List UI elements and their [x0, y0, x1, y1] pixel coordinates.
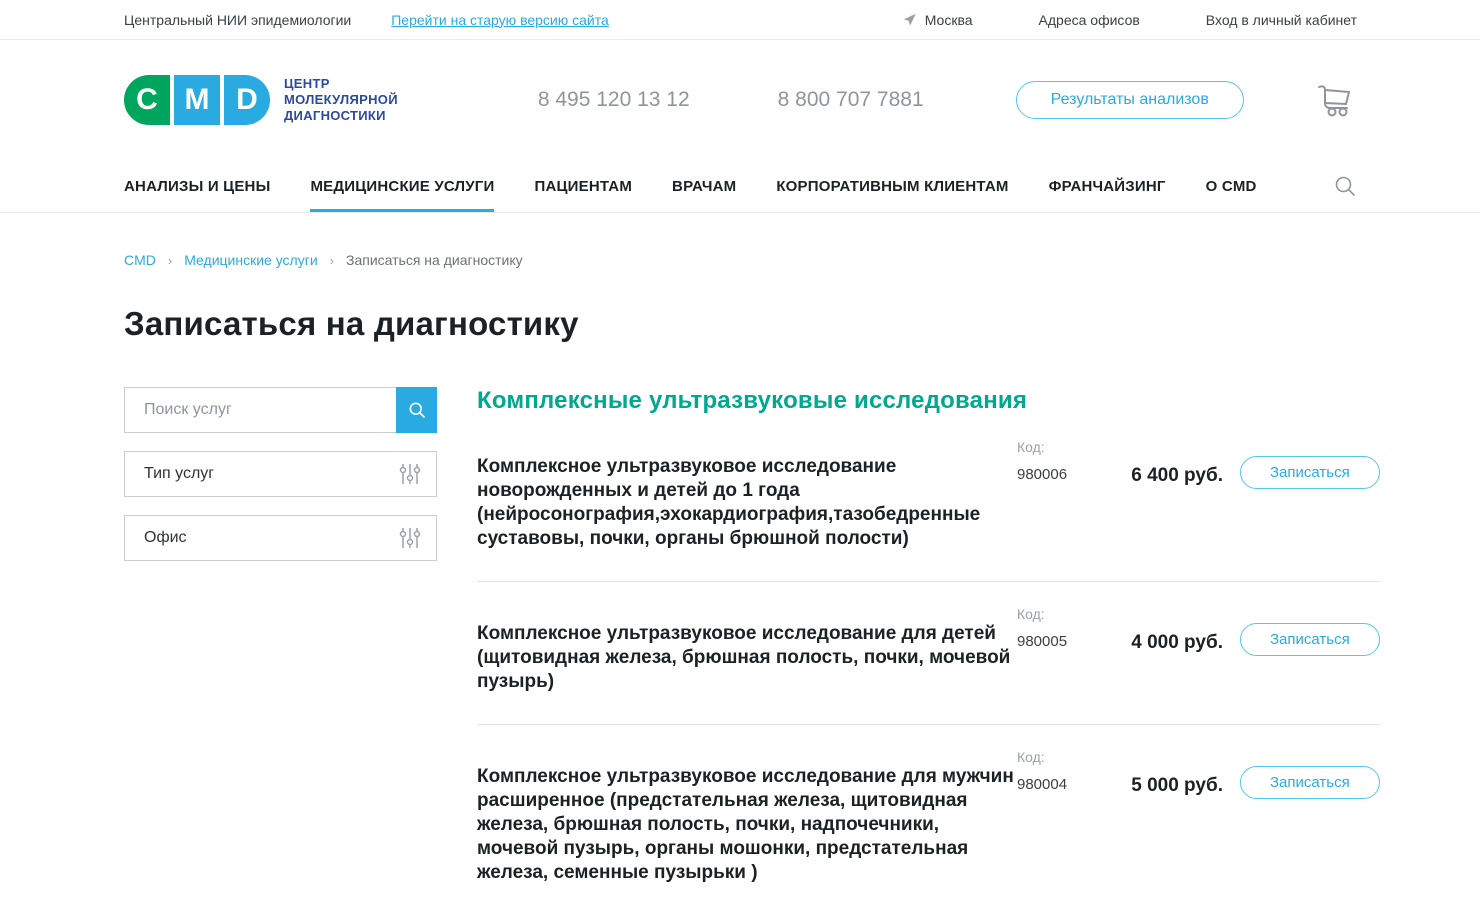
service-code-label: Код:: [1017, 606, 1095, 622]
book-button[interactable]: Записаться: [1240, 766, 1380, 799]
service-search-box: [124, 387, 437, 433]
logo-tile-m: M: [174, 75, 220, 125]
offices-link[interactable]: Адреса офисов: [1039, 12, 1140, 28]
service-code-label: Код:: [1017, 749, 1095, 765]
logo-subtitle: ЦЕНТР МОЛЕКУЛЯРНОЙ ДИАГНОСТИКИ: [284, 76, 398, 124]
nav-item-doctors[interactable]: ВРАЧАМ: [672, 160, 736, 212]
nav-search-button[interactable]: [1333, 174, 1357, 198]
main-nav: АНАЛИЗЫ И ЦЕНЫ МЕДИЦИНСКИЕ УСЛУГИ ПАЦИЕН…: [0, 160, 1480, 213]
search-icon: [1333, 174, 1357, 198]
login-link[interactable]: Вход в личный кабинет: [1206, 12, 1357, 28]
city-selector[interactable]: Москва: [902, 12, 973, 28]
service-search-button[interactable]: [396, 387, 437, 433]
sliders-icon: [399, 526, 421, 550]
nav-item-corporate[interactable]: КОРПОРАТИВНЫМ КЛИЕНТАМ: [776, 160, 1008, 212]
services-list: Комплексные ультразвуковые исследования …: [477, 387, 1380, 915]
cart-icon: [1317, 83, 1357, 117]
section-title: Комплексные ультразвуковые исследования: [477, 387, 1380, 415]
filters-sidebar: Тип услуг Офис: [124, 387, 437, 915]
service-code: 980006: [1017, 466, 1095, 483]
service-price: 6 400 руб.: [1095, 465, 1223, 487]
nav-item-about[interactable]: О CMD: [1206, 160, 1257, 212]
breadcrumb-separator: ›: [330, 253, 334, 268]
top-bar: Центральный НИИ эпидемиологии Перейти на…: [0, 0, 1480, 40]
filter-service-type-label: Тип услуг: [144, 465, 214, 483]
old-version-link[interactable]: Перейти на старую версию сайта: [391, 12, 609, 28]
breadcrumb: CMD › Медицинские услуги › Записаться на…: [124, 252, 1357, 268]
phone-moscow[interactable]: 8 495 120 13 12: [538, 88, 690, 112]
service-search-input[interactable]: [125, 388, 396, 432]
logo-tile-d: D: [224, 75, 270, 125]
sliders-icon: [399, 462, 421, 486]
service-title: Комплексное ультразвуковое исследование …: [477, 765, 1017, 885]
phone-federal[interactable]: 8 800 707 7881: [778, 88, 924, 112]
filter-office[interactable]: Офис: [124, 515, 437, 561]
cmd-logo[interactable]: C M D ЦЕНТР МОЛЕКУЛЯРНОЙ ДИАГНОСТИКИ: [124, 75, 398, 125]
breadcrumb-separator: ›: [168, 253, 172, 268]
service-title: Комплексное ультразвуковое исследование …: [477, 622, 1017, 694]
breadcrumb-home[interactable]: CMD: [124, 252, 156, 268]
search-icon: [407, 400, 427, 420]
service-title: Комплексное ультразвуковое исследование …: [477, 455, 1017, 551]
service-row: Комплексное ультразвуковое исследование …: [477, 581, 1380, 724]
logo-subtitle-line2: МОЛЕКУЛЯРНОЙ: [284, 92, 398, 108]
breadcrumb-section[interactable]: Медицинские услуги: [184, 252, 317, 268]
cmd-logo-tiles: C M D: [124, 75, 270, 125]
header: C M D ЦЕНТР МОЛЕКУЛЯРНОЙ ДИАГНОСТИКИ 8 4…: [0, 40, 1480, 160]
service-price: 4 000 руб.: [1095, 632, 1223, 654]
book-button[interactable]: Записаться: [1240, 623, 1380, 656]
logo-subtitle-line3: ДИАГНОСТИКИ: [284, 108, 398, 124]
org-name: Центральный НИИ эпидемиологии: [124, 12, 351, 28]
nav-item-franchise[interactable]: ФРАНЧАЙЗИНГ: [1049, 160, 1166, 212]
cart-button[interactable]: [1317, 83, 1357, 117]
service-row: Комплексное ультразвуковое исследование …: [477, 415, 1380, 581]
logo-tile-c: C: [124, 75, 170, 125]
service-code: 980005: [1017, 633, 1095, 650]
results-button[interactable]: Результаты анализов: [1016, 81, 1244, 119]
nav-item-medical-services[interactable]: МЕДИЦИНСКИЕ УСЛУГИ: [310, 160, 494, 212]
breadcrumb-current: Записаться на диагностику: [346, 252, 523, 268]
page-title: Записаться на диагностику: [124, 305, 1357, 343]
service-code: 980004: [1017, 776, 1095, 793]
book-button[interactable]: Записаться: [1240, 456, 1380, 489]
nav-item-patients[interactable]: ПАЦИЕНТАМ: [534, 160, 632, 212]
location-arrow-icon: [902, 12, 917, 27]
service-code-label: Код:: [1017, 439, 1095, 455]
filter-service-type[interactable]: Тип услуг: [124, 451, 437, 497]
logo-subtitle-line1: ЦЕНТР: [284, 76, 398, 92]
city-label: Москва: [925, 12, 973, 28]
service-price: 5 000 руб.: [1095, 775, 1223, 797]
service-row: Комплексное ультразвуковое исследование …: [477, 724, 1380, 915]
nav-item-analyses[interactable]: АНАЛИЗЫ И ЦЕНЫ: [124, 160, 270, 212]
filter-office-label: Офис: [144, 529, 187, 547]
